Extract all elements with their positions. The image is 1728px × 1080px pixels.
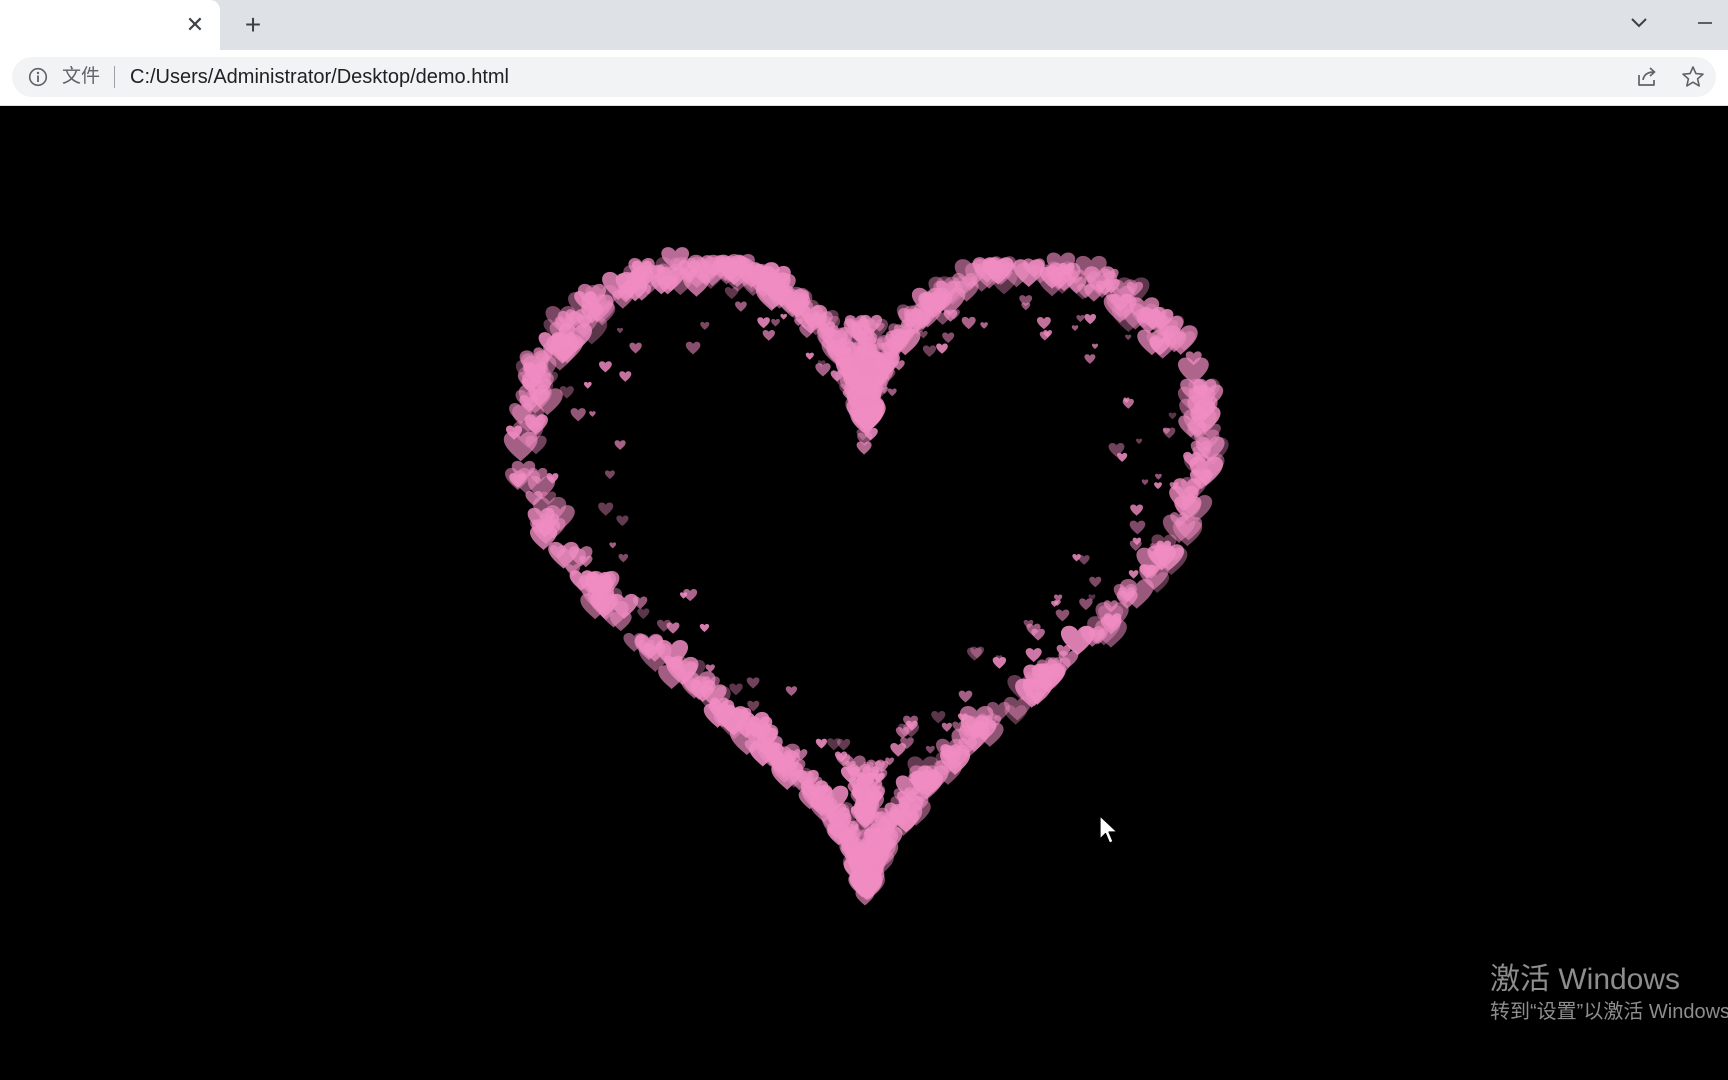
minimize-icon[interactable]	[1690, 8, 1720, 38]
star-icon[interactable]	[1680, 64, 1706, 90]
heart-particle	[890, 742, 907, 757]
heart-particle	[815, 738, 827, 749]
heart-particle	[1078, 555, 1090, 565]
heart-particle	[629, 342, 642, 354]
heart-particle	[685, 341, 701, 355]
watermark-title: 激活 Windows	[1490, 963, 1681, 996]
heart-particle	[1154, 482, 1162, 490]
heart-particle	[785, 686, 798, 697]
heart-particle	[583, 381, 592, 389]
heart-particle	[1076, 315, 1085, 323]
heart-particle	[598, 361, 612, 373]
heart-particle	[762, 329, 775, 341]
heart-particles	[503, 247, 1229, 906]
site-chip-label: 文件	[62, 66, 101, 87]
heart-particle	[1071, 325, 1079, 331]
browser-window: ✕ + 文件 C:/Users/Administrator/Desktop/de…	[0, 0, 1728, 1080]
chevron-down-icon[interactable]	[1624, 8, 1654, 38]
heart-particle	[666, 622, 680, 634]
heart-particle	[980, 322, 988, 329]
heart-particle	[771, 318, 780, 327]
heart-particle	[958, 690, 973, 703]
heart-particle	[699, 623, 710, 633]
heart-particle	[614, 440, 626, 450]
page-content: 激活 Windows 转到“设置”以激活 Windows	[0, 106, 1728, 1080]
heart-particle	[618, 553, 629, 563]
heart-particle	[934, 311, 951, 325]
heart-particle	[780, 313, 787, 320]
heart-particle	[609, 542, 617, 549]
heart-particle	[942, 332, 955, 344]
heart-particle	[729, 683, 743, 696]
heart-particle	[1089, 576, 1102, 588]
heart-particle	[1084, 314, 1097, 325]
tab-strip: ✕ +	[0, 0, 1728, 50]
heart-particle	[1079, 598, 1093, 611]
tab-active[interactable]: ✕	[0, 0, 220, 50]
heart-particle	[570, 408, 586, 422]
heart-particle	[616, 327, 624, 334]
heart-particle	[1168, 412, 1177, 420]
heart-particle	[931, 711, 946, 724]
watermark-subtitle: 转到“设置”以激活 Windows	[1490, 1001, 1728, 1023]
chip-divider	[114, 66, 115, 88]
heart-particle	[589, 411, 596, 417]
mouse-cursor-icon	[1099, 815, 1118, 844]
heart-particle	[827, 738, 841, 751]
heart-particle	[941, 722, 953, 732]
heart-particle	[1128, 570, 1139, 579]
heart-particle	[700, 321, 710, 330]
address-bar[interactable]: 文件 C:/Users/Administrator/Desktop/demo.h…	[12, 57, 1716, 97]
heart-particle	[961, 316, 976, 330]
heart-particle	[887, 388, 897, 397]
heart-particle	[925, 745, 935, 754]
heart-particle	[598, 502, 614, 516]
heart-particle	[1130, 504, 1143, 516]
heart-animation	[503, 247, 1229, 906]
heart-particle	[735, 301, 747, 312]
heart-particle	[1135, 438, 1143, 445]
heart-particle	[936, 343, 948, 354]
heart-particle	[1141, 479, 1149, 486]
heart-particle	[637, 608, 650, 620]
heart-particle	[604, 470, 615, 480]
heart-particle	[1125, 334, 1132, 341]
heart-particle	[724, 287, 739, 300]
heart-particle	[1036, 317, 1051, 330]
heart-particle	[1025, 648, 1042, 663]
heart-particle	[922, 345, 937, 358]
windows-activation-watermark: 激活 Windows 转到“设置”以激活 Windows	[1490, 962, 1728, 1026]
share-icon[interactable]	[1634, 64, 1660, 90]
heart-particle	[805, 352, 814, 360]
heart-particle	[1084, 354, 1096, 364]
heart-particle	[1116, 452, 1128, 462]
tab-close-button[interactable]: ✕	[182, 12, 208, 38]
heart-particle	[1129, 520, 1146, 535]
heart-particle	[1055, 609, 1070, 622]
heart-particle	[757, 317, 770, 329]
url-text[interactable]: C:/Users/Administrator/Desktop/demo.html	[130, 66, 509, 88]
heart-particle	[1091, 343, 1099, 350]
heart-particle	[616, 515, 629, 527]
new-tab-button[interactable]: +	[238, 9, 268, 40]
heart-particle	[1155, 473, 1162, 480]
info-icon[interactable]	[28, 67, 48, 87]
heart-particle	[619, 371, 632, 382]
toolbar: 文件 C:/Users/Administrator/Desktop/demo.h…	[0, 50, 1728, 106]
heart-particle	[746, 677, 760, 689]
